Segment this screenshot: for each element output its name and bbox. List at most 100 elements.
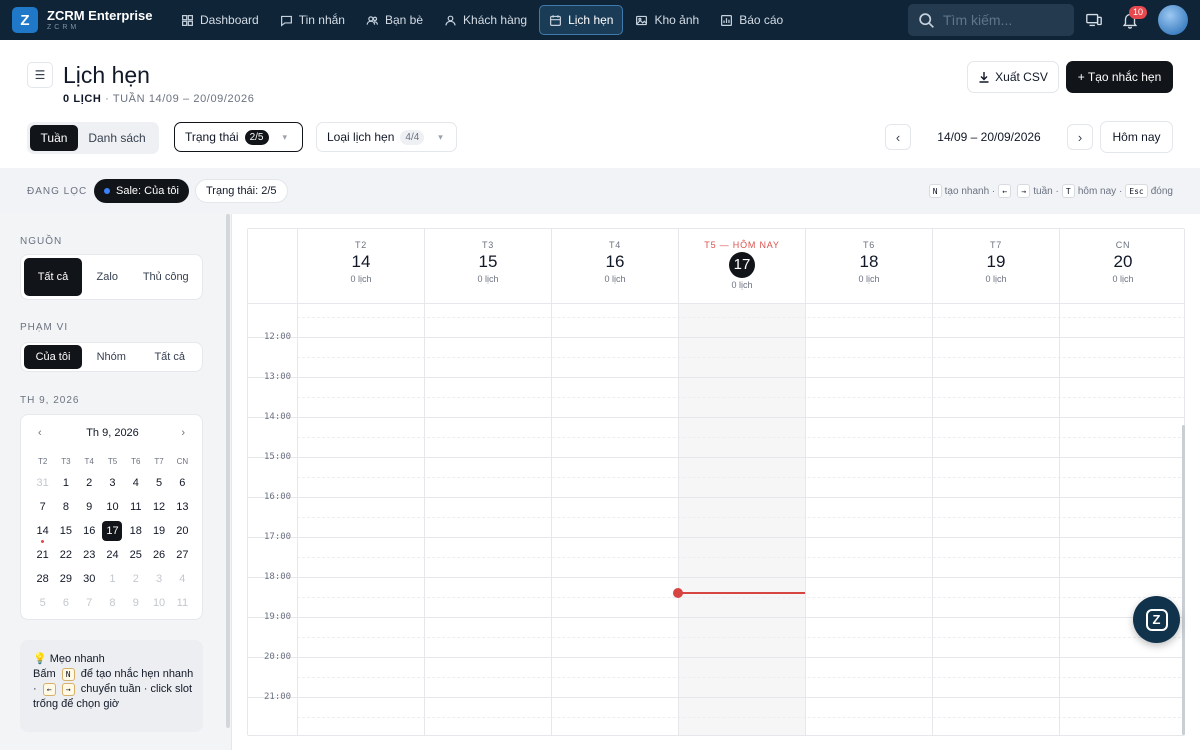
- hour-line: [248, 617, 1184, 618]
- mini-calendar-day[interactable]: 1: [54, 473, 77, 493]
- mini-calendar-dow: T2: [37, 457, 48, 466]
- mini-calendar-day[interactable]: 18: [124, 521, 147, 541]
- nav-item-appointments[interactable]: Lịch hẹn: [539, 5, 624, 35]
- day-header[interactable]: T3 15 0 lịch: [424, 229, 551, 303]
- scope-team-button[interactable]: Nhóm: [82, 345, 141, 369]
- calendar-scrollbar[interactable]: [1182, 425, 1185, 735]
- source-manual-button[interactable]: Thủ công: [133, 258, 200, 296]
- mini-calendar-day[interactable]: 16: [78, 521, 101, 541]
- mini-calendar-day[interactable]: 6: [171, 473, 194, 493]
- mini-calendar-today[interactable]: 17: [101, 521, 124, 541]
- status-filter-dropdown[interactable]: Trạng thái 2/5 ▾: [174, 122, 303, 152]
- search-icon: [919, 12, 934, 28]
- day-header[interactable]: CN 20 0 lịch: [1059, 229, 1184, 303]
- half-hour-line: [297, 317, 1184, 318]
- mini-calendar-day[interactable]: 11: [124, 497, 147, 517]
- mini-calendar-day[interactable]: 23: [78, 545, 101, 565]
- mini-calendar-day[interactable]: 9: [78, 497, 101, 517]
- mini-calendar-day[interactable]: 11: [171, 593, 194, 613]
- mini-calendar-day[interactable]: 3: [101, 473, 124, 493]
- scope-all-button[interactable]: Tất cả: [141, 345, 200, 369]
- scope-mine-button[interactable]: Của tôi: [24, 345, 82, 369]
- zcrm-assistant-button[interactable]: Z: [1133, 596, 1180, 643]
- mini-calendar-day[interactable]: 24: [101, 545, 124, 565]
- day-header[interactable]: T4 16 0 lịch: [551, 229, 678, 303]
- filter-chip-sale[interactable]: Sale: Của tôi: [94, 179, 189, 203]
- next-week-button[interactable]: ›: [1067, 124, 1093, 150]
- mini-calendar-day[interactable]: 2: [124, 569, 147, 589]
- source-zalo-button[interactable]: Zalo: [82, 258, 133, 296]
- mini-calendar-day-number: 14: [36, 525, 49, 537]
- nav-item-friends[interactable]: Bạn bè: [357, 5, 432, 35]
- mini-calendar-day[interactable]: 10: [101, 497, 124, 517]
- mini-calendar-next-button[interactable]: ›: [181, 427, 185, 439]
- mini-calendar-day[interactable]: 22: [54, 545, 77, 565]
- export-csv-button[interactable]: Xuất CSV: [967, 61, 1059, 93]
- mini-calendar-day-number: 8: [109, 597, 116, 609]
- mini-calendar-day[interactable]: 8: [54, 497, 77, 517]
- mini-calendar-day[interactable]: 19: [147, 521, 170, 541]
- mini-calendar-day-number: 23: [83, 549, 96, 561]
- mini-calendar-day[interactable]: 20: [171, 521, 194, 541]
- mini-calendar-day[interactable]: 25: [124, 545, 147, 565]
- search-box[interactable]: [908, 4, 1074, 36]
- mini-calendar-day[interactable]: 8: [101, 593, 124, 613]
- source-all-button[interactable]: Tất cả: [24, 258, 82, 296]
- current-time-dot: [673, 588, 683, 598]
- mini-calendar-day[interactable]: 7: [78, 593, 101, 613]
- key-right: →: [1017, 184, 1031, 198]
- day-header-weekday: T5 — HÔM NAY: [704, 240, 780, 250]
- mini-calendar-day[interactable]: 9: [124, 593, 147, 613]
- mini-calendar-day[interactable]: 1: [101, 569, 124, 589]
- today-button[interactable]: Hôm nay: [1100, 121, 1173, 153]
- scope-label: PHẠM VI: [20, 322, 69, 333]
- mini-calendar-day[interactable]: 4: [171, 569, 194, 589]
- view-week-button[interactable]: Tuần: [30, 125, 78, 151]
- type-filter-dropdown[interactable]: Loại lịch hẹn 4/4 ▾: [316, 122, 457, 152]
- mini-calendar-day[interactable]: 12: [147, 497, 170, 517]
- mini-calendar-day[interactable]: 21: [31, 545, 54, 565]
- mini-calendar-day[interactable]: 27: [171, 545, 194, 565]
- brand[interactable]: Z ZCRM Enterprise ZCRM: [12, 7, 164, 33]
- mini-calendar-day[interactable]: 15: [54, 521, 77, 541]
- mini-calendar-day[interactable]: 29: [54, 569, 77, 589]
- hour-line: [248, 577, 1184, 578]
- create-reminder-button[interactable]: + Tạo nhắc hẹn: [1066, 61, 1173, 93]
- mini-calendar-day[interactable]: 10: [147, 593, 170, 613]
- mini-calendar-day[interactable]: 4: [124, 473, 147, 493]
- mini-calendar-day[interactable]: 2: [78, 473, 101, 493]
- day-header[interactable]: T6 18 0 lịch: [805, 229, 932, 303]
- avatar[interactable]: [1158, 5, 1188, 35]
- mini-calendar-day[interactable]: 30: [78, 569, 101, 589]
- nav-item-messages[interactable]: Tin nhắn: [271, 5, 354, 35]
- nav-item-reports[interactable]: Báo cáo: [711, 5, 792, 35]
- mini-calendar-day[interactable]: 5: [31, 593, 54, 613]
- search-input[interactable]: [943, 12, 1063, 28]
- mini-calendar-day[interactable]: 6: [54, 593, 77, 613]
- mini-calendar-day[interactable]: 7: [31, 497, 54, 517]
- mini-calendar-dow: T5: [107, 457, 118, 466]
- nav-item-gallery[interactable]: Kho ảnh: [626, 5, 708, 35]
- day-header-today[interactable]: T5 — HÔM NAY 17 0 lịch: [678, 229, 805, 303]
- nav-item-dashboard[interactable]: Dashboard: [172, 5, 268, 35]
- nav-item-customers[interactable]: Khách hàng: [435, 5, 536, 35]
- prev-week-button[interactable]: ‹: [885, 124, 911, 150]
- calendar-grid[interactable]: 11:0012:0013:0014:0015:0016:0017:0018:00…: [248, 304, 1184, 735]
- mini-calendar-day[interactable]: 13: [171, 497, 194, 517]
- tips-line: trống để chọn giờ: [33, 698, 120, 710]
- mini-calendar-day[interactable]: 26: [147, 545, 170, 565]
- sidebar-scrollbar[interactable]: [226, 214, 230, 728]
- filter-chip-status[interactable]: Trạng thái: 2/5: [195, 179, 288, 203]
- mini-calendar-day[interactable]: 5: [147, 473, 170, 493]
- menu-toggle-button[interactable]: ☰: [27, 62, 53, 88]
- day-header[interactable]: T7 19 0 lịch: [932, 229, 1059, 303]
- mini-calendar-day[interactable]: 28: [31, 569, 54, 589]
- day-header[interactable]: T2 14 0 lịch: [297, 229, 424, 303]
- mini-calendar-day[interactable]: 31: [31, 473, 54, 493]
- tips-text: Bấm: [33, 668, 59, 680]
- mini-calendar-day[interactable]: 3: [147, 569, 170, 589]
- mini-calendar-day[interactable]: 14: [31, 521, 54, 543]
- devices-button[interactable]: [1083, 9, 1105, 31]
- view-list-button[interactable]: Danh sách: [78, 125, 156, 151]
- mini-calendar-day-number: 7: [39, 501, 46, 513]
